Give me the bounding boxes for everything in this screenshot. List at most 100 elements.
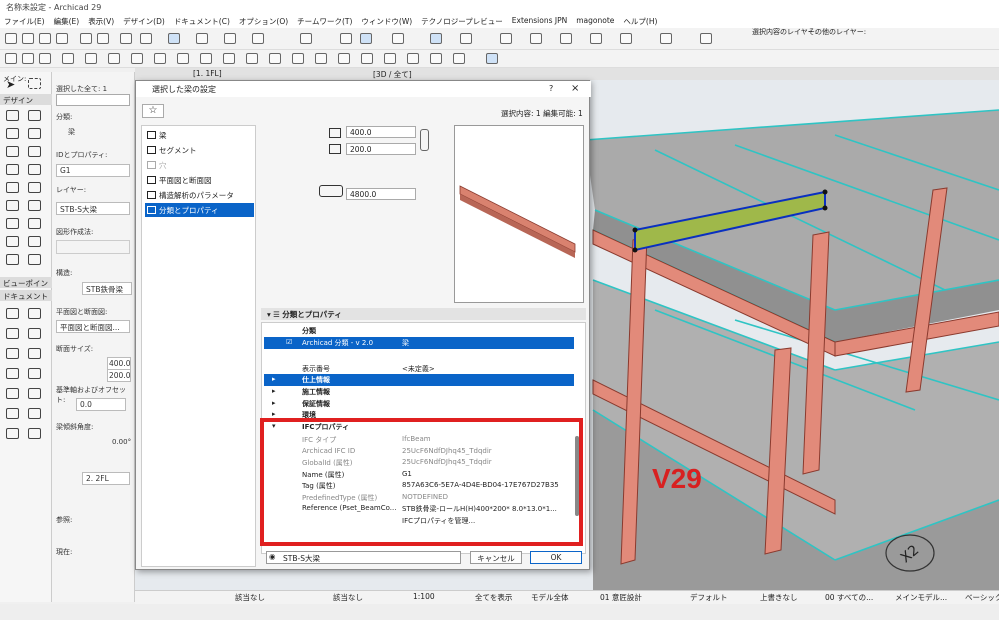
trim-icon[interactable] — [384, 53, 396, 64]
menu-item[interactable]: magonote — [576, 16, 614, 26]
railing-tool-icon[interactable] — [28, 164, 41, 175]
mirror-icon[interactable] — [177, 53, 189, 64]
intersect-icon[interactable] — [315, 53, 327, 64]
text-tool-icon[interactable] — [6, 328, 19, 339]
menu-item[interactable]: ウィンドウ(W) — [361, 16, 412, 26]
explode-icon[interactable] — [453, 53, 465, 64]
split-icon[interactable] — [500, 33, 512, 44]
redo-status[interactable]: 該当なし — [333, 592, 363, 603]
trace-icon[interactable] — [340, 33, 352, 44]
worksheet-icon[interactable] — [590, 33, 602, 44]
shell-tool-icon[interactable] — [28, 182, 41, 193]
tab-3d-view[interactable]: [3D / 全て] — [373, 69, 412, 80]
expand-icon[interactable]: ▸ — [272, 375, 276, 383]
menu-item[interactable]: チームワーク(T) — [297, 16, 352, 26]
help-button[interactable]: ? — [549, 84, 553, 93]
stretch-icon[interactable] — [223, 53, 235, 64]
save-icon[interactable] — [39, 33, 51, 44]
group-icon[interactable] — [108, 53, 120, 64]
figure-tool-icon[interactable] — [28, 408, 41, 419]
snap-icon[interactable] — [196, 33, 208, 44]
ok-button[interactable]: OK — [530, 551, 582, 564]
default-dropdown[interactable]: デフォルト — [690, 592, 728, 603]
adjust-icon[interactable] — [292, 53, 304, 64]
fillet-icon[interactable] — [338, 53, 350, 64]
selection-controls[interactable] — [56, 94, 130, 106]
detail-icon[interactable] — [560, 33, 572, 44]
all-items-dropdown[interactable]: 00 すべての... — [825, 592, 873, 603]
layer-field[interactable]: STB-S大梁 — [56, 202, 130, 215]
wall-tool-icon[interactable] — [6, 110, 19, 121]
selection-icon[interactable] — [486, 53, 498, 64]
marquee-tool-icon[interactable] — [28, 78, 41, 89]
tree-item-hole[interactable]: 穴 — [145, 158, 254, 172]
dimension-tool-icon[interactable] — [6, 308, 19, 319]
section-icon[interactable] — [530, 33, 542, 44]
group-row[interactable]: ▸ 仕上情報 — [264, 374, 574, 386]
circle-tool-icon[interactable] — [6, 388, 19, 399]
overwrite-dropdown[interactable]: 上書きなし — [760, 592, 798, 603]
menu-item[interactable]: ファイル(E) — [4, 16, 45, 26]
classification-row[interactable]: ☑ Archicad 分類 - v 2.0 梁 — [264, 337, 574, 349]
object-tool-icon[interactable] — [6, 218, 19, 229]
show-all-dropdown[interactable]: 全てを表示 — [475, 592, 512, 603]
tree-item-classification[interactable]: 分類とプロパティ — [145, 203, 254, 217]
door-tool-icon[interactable] — [28, 110, 41, 121]
grid-tool-icon[interactable] — [6, 428, 19, 439]
favorites-star-icon[interactable]: ☆ — [142, 104, 164, 118]
main-model-dropdown[interactable]: メインモデル... — [895, 592, 947, 603]
height-field[interactable]: 200.0 — [107, 369, 131, 382]
morph-tool-icon[interactable] — [28, 236, 41, 247]
flag-icon[interactable] — [660, 33, 672, 44]
polyline-tool-icon[interactable] — [28, 368, 41, 379]
cut-icon[interactable] — [5, 53, 17, 64]
undo-status[interactable]: 該当なし — [235, 592, 265, 603]
lock-icon[interactable] — [131, 53, 143, 64]
section-viewpoint[interactable]: ビューポイント — [0, 277, 52, 299]
floorplan-button[interactable]: 平面図と断面図... — [56, 320, 130, 333]
split-edit-icon[interactable] — [269, 53, 281, 64]
mesh-tool-icon[interactable] — [6, 236, 19, 247]
cancel-button[interactable]: キャンセル — [470, 551, 522, 564]
menu-item[interactable]: ヘルプ(H) — [623, 16, 657, 26]
checkbox-icon[interactable]: ☑ — [286, 338, 292, 346]
curtain-icon[interactable] — [407, 53, 419, 64]
inject-icon[interactable] — [140, 33, 152, 44]
home-icon[interactable] — [5, 33, 17, 44]
guide-icon[interactable] — [224, 33, 236, 44]
layer-dropdown[interactable]: ◉ STB-S大梁 — [266, 551, 461, 564]
tree-item-beam[interactable]: 梁 — [145, 128, 254, 142]
menu-item[interactable]: 表示(V) — [88, 16, 114, 26]
print-icon[interactable] — [56, 33, 68, 44]
curtain-wall-tool-icon[interactable] — [6, 182, 19, 193]
undo-icon[interactable] — [80, 33, 92, 44]
line-tool-icon[interactable] — [28, 348, 41, 359]
navigator-icon[interactable] — [460, 33, 472, 44]
expand-icon[interactable]: ▸ — [272, 399, 276, 407]
menu-item[interactable]: テクノロジープレビュー — [421, 16, 503, 26]
tab-floor-plan[interactable]: [1. 1FL] — [193, 69, 222, 78]
ruler-icon[interactable] — [700, 33, 712, 44]
align-icon[interactable] — [62, 53, 74, 64]
floor-field[interactable]: 2. 2FL — [82, 472, 130, 485]
model-dropdown[interactable]: モデル全体 — [531, 592, 569, 603]
menu-item[interactable]: ドキュメント(C) — [174, 16, 230, 26]
solid-ops-icon[interactable] — [361, 53, 373, 64]
display-order-icon[interactable] — [154, 53, 166, 64]
beam-tool-icon[interactable] — [28, 128, 41, 139]
rotate-icon[interactable] — [200, 53, 212, 64]
height-input[interactable]: 200.0 — [346, 143, 416, 155]
offset-icon[interactable] — [246, 53, 258, 64]
morph-icon[interactable] — [430, 53, 442, 64]
select-arrow-icon[interactable] — [168, 33, 180, 44]
tree-item-floorplan[interactable]: 平面図と断面図 — [145, 173, 254, 187]
distribute-icon[interactable] — [85, 53, 97, 64]
slab-tool-icon[interactable] — [6, 146, 19, 157]
scale-dropdown[interactable]: 1:100 — [413, 592, 435, 601]
arc-tool-icon[interactable] — [6, 368, 19, 379]
section-design[interactable]: デザイン — [0, 94, 52, 105]
menu-item[interactable]: デザイン(D) — [123, 16, 165, 26]
opening-tool-icon[interactable] — [6, 254, 19, 265]
grid-icon[interactable] — [252, 33, 264, 44]
group-row[interactable]: ▸ 施工情報 — [264, 386, 574, 398]
